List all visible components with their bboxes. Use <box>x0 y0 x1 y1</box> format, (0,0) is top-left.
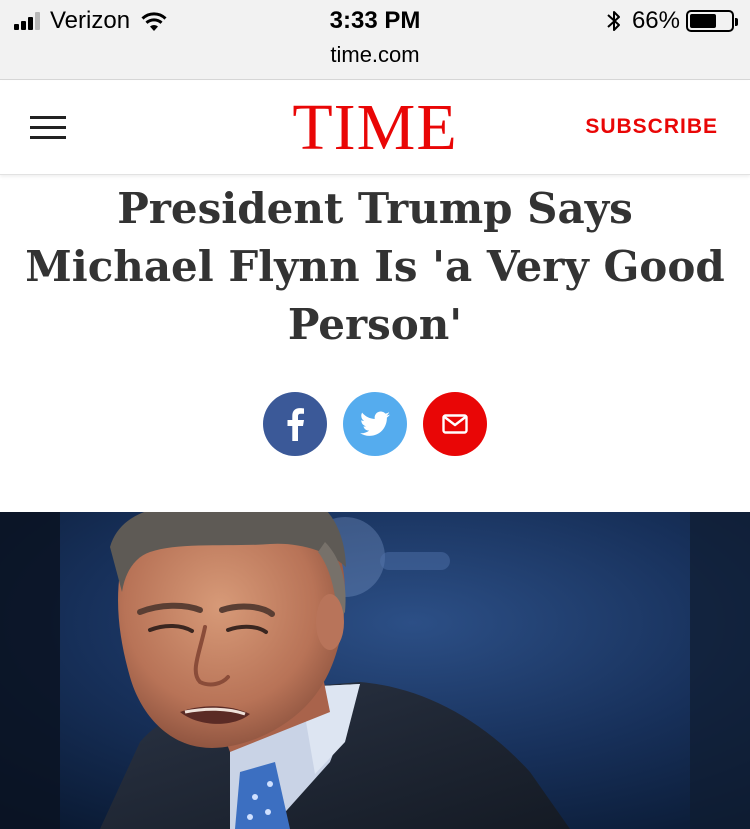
facebook-share-button[interactable] <box>263 392 327 456</box>
mail-icon <box>442 414 468 434</box>
bluetooth-icon <box>607 11 620 31</box>
headline-line-1: President Trump Says <box>117 184 633 233</box>
battery-fill <box>690 14 717 28</box>
twitter-icon <box>360 411 390 436</box>
site-header: TIME SUBSCRIBE <box>0 81 750 175</box>
subscribe-button[interactable]: SUBSCRIBE <box>585 115 718 139</box>
email-share-button[interactable] <box>423 392 487 456</box>
status-right: 66% <box>606 6 738 36</box>
battery-icon <box>686 10 738 32</box>
battery-nub <box>735 18 738 26</box>
headline-line-3: Person' <box>287 300 463 349</box>
article-hero-image <box>0 512 750 829</box>
article-headline: President Trump Says Michael Flynn Is 'a … <box>20 180 730 354</box>
headline-line-2: Michael Flynn Is 'a Very Good <box>25 242 725 291</box>
facebook-icon <box>287 408 304 441</box>
battery-percentage: 66% <box>631 7 680 34</box>
status-bar: Verizon 3:33 PM 66% time.com <box>0 0 750 80</box>
hero-photo-illustration <box>0 512 750 829</box>
address-bar-url[interactable]: time.com <box>0 42 750 68</box>
share-buttons <box>0 392 750 456</box>
twitter-share-button[interactable] <box>343 392 407 456</box>
